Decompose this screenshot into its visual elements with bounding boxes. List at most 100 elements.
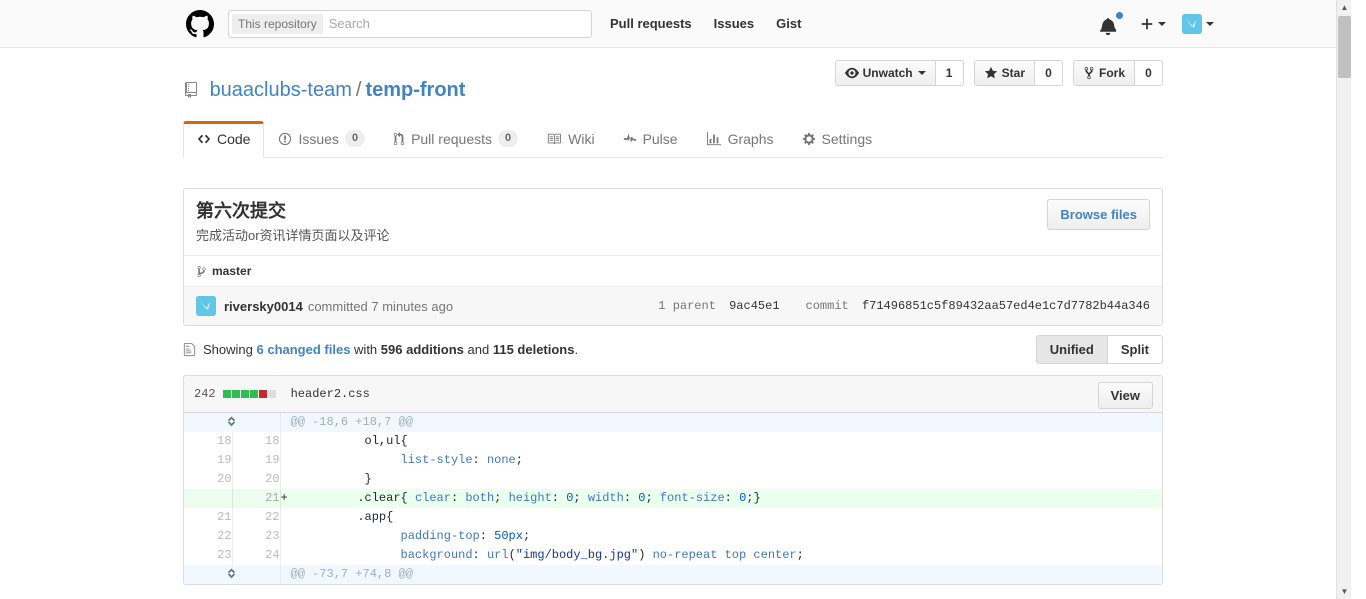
search-scope-badge[interactable]: This repository <box>232 13 323 34</box>
parent-label: 1 parent <box>658 299 716 314</box>
code-icon <box>197 132 211 146</box>
commit-title: 第六次提交 <box>196 201 286 222</box>
diff-line-row: 19 19 list-style: none; <box>184 451 1162 471</box>
diffstat-block-add <box>240 390 249 399</box>
notifications-button[interactable] <box>1100 11 1124 36</box>
book-icon <box>546 132 562 146</box>
view-file-button[interactable]: View <box>1097 382 1153 410</box>
diff-line-row: 23 24 background: url("img/body_bg.jpg")… <box>184 546 1162 566</box>
diff-file-header2-css: 242 header2.css View @@ -18,6 +18,7 @@ 1… <box>183 375 1163 586</box>
commit-sha[interactable]: f71496851c5f89432aa57ed4e1c7d7782b44a346 <box>862 299 1150 313</box>
commit-meta-row: riversky0014 committed 7 minutes ago 1 p… <box>184 286 1162 326</box>
parent-info: 1 parent 9ac45e1 <box>658 299 779 313</box>
star-icon <box>984 66 998 80</box>
fork-label: Fork <box>1098 66 1125 80</box>
line-number-new: 21 <box>232 489 281 509</box>
diff-line-code[interactable]: + .clear{ clear: both; height: 0; width:… <box>280 489 1162 509</box>
tab-pulse[interactable]: Pulse <box>609 121 692 158</box>
tab-settings[interactable]: Settings <box>788 121 887 158</box>
committer-avatar[interactable] <box>196 296 216 317</box>
line-marker: + <box>280 491 288 506</box>
deletions-count: 115 deletions <box>492 342 575 358</box>
split-view-button[interactable]: Split <box>1106 335 1163 365</box>
committer-name[interactable]: riversky0014 <box>224 299 303 314</box>
tab-issues-label: Issues <box>298 130 339 147</box>
tab-code[interactable]: Code <box>183 121 265 159</box>
commit-info: commit f71496851c5f89432aa57ed4e1c7d7782… <box>806 299 1150 313</box>
fork-button[interactable]: Fork <box>1072 60 1135 86</box>
diff-line-code[interactable]: background: url("img/body_bg.jpg") no-re… <box>280 546 1162 566</box>
search-input[interactable] <box>322 12 588 35</box>
and-text: and <box>467 342 490 358</box>
repo-breadcrumb-separator: / <box>355 79 362 102</box>
scroll-up-arrow[interactable]: ▲ <box>1337 0 1351 15</box>
nav-issues[interactable]: Issues <box>714 16 754 31</box>
diffstat-block-del <box>258 390 267 399</box>
page-scrollbar[interactable]: ▲ ▼ <box>1336 0 1351 599</box>
commit-branch-name[interactable]: master <box>212 264 251 278</box>
diff-line-code[interactable]: list-style: none; <box>280 451 1162 471</box>
tab-issues[interactable]: Issues 0 <box>264 120 379 158</box>
watch-button-group: Unwatch 1 <box>834 60 964 86</box>
file-name[interactable]: header2.css <box>291 387 370 401</box>
scrollbar-thumb[interactable] <box>1338 16 1351 78</box>
tab-pull-requests[interactable]: Pull requests 0 <box>379 120 532 158</box>
commit-summary-box: 第六次提交 完成活动or资讯详情页面以及评论 Browse files mast… <box>183 188 1163 327</box>
nav-gist[interactable]: Gist <box>776 16 801 31</box>
main-container: buaaclubs-team / temp-front Unwatch 1 St… <box>183 48 1163 586</box>
diffstat-block-neutral <box>267 390 276 399</box>
tab-graphs[interactable]: Graphs <box>692 121 788 158</box>
diff-line-row: 20 20 } <box>184 470 1162 490</box>
nav-pull-requests[interactable]: Pull requests <box>610 16 692 31</box>
additions-count: 596 additions <box>380 342 464 358</box>
scroll-down-arrow[interactable]: ▼ <box>1337 584 1351 599</box>
diff-line-code[interactable]: .app{ <box>280 508 1162 528</box>
diff-line-row-added: 21 + .clear{ clear: both; height: 0; wid… <box>184 489 1162 509</box>
line-number-old: 20 <box>184 470 233 490</box>
tab-graphs-label: Graphs <box>727 131 774 148</box>
watch-count[interactable]: 1 <box>935 60 964 86</box>
line-marker <box>281 546 293 565</box>
star-button[interactable]: Star <box>973 60 1035 86</box>
star-label: Star <box>1001 66 1025 80</box>
hunk-expander-button[interactable] <box>184 565 281 585</box>
unwatch-button[interactable]: Unwatch <box>834 60 936 86</box>
unified-view-button[interactable]: Unified <box>1035 335 1107 365</box>
browse-files-button[interactable]: Browse files <box>1047 199 1150 231</box>
tab-issues-count: 0 <box>344 130 366 148</box>
diff-line-code[interactable]: ol,ul{ <box>280 432 1162 452</box>
diff-line-code[interactable]: padding-top: 50px; <box>280 527 1162 547</box>
changed-files-link[interactable]: 6 changed files <box>257 342 351 357</box>
chevron-down-icon <box>917 71 926 75</box>
search-box[interactable]: This repository <box>228 9 592 38</box>
diff-line-code[interactable]: } <box>280 470 1162 490</box>
line-marker <box>281 432 293 451</box>
github-mark-icon[interactable] <box>186 9 214 38</box>
repo-name-link[interactable]: temp-front <box>365 79 465 101</box>
issue-opened-icon <box>278 132 292 146</box>
line-number-old: 22 <box>184 527 233 547</box>
fork-icon <box>1083 66 1095 80</box>
user-menu-button[interactable] <box>1182 14 1214 34</box>
git-pull-request-icon <box>393 131 405 146</box>
commit-branch-row: master <box>184 255 1162 286</box>
tab-wiki[interactable]: Wiki <box>532 121 608 158</box>
tab-settings-label: Settings <box>821 131 873 148</box>
line-number-new: 23 <box>232 527 281 547</box>
repo-nav-tabs: Code Issues 0 Pull requests 0 Wiki Pulse… <box>183 120 1163 159</box>
repo-owner-link[interactable]: buaaclubs-team <box>210 79 352 101</box>
parent-sha[interactable]: 9ac45e1 <box>729 299 779 313</box>
header-nav: Pull requests Issues Gist <box>610 16 823 31</box>
diff-table: @@ -18,6 +18,7 @@ 18 18 ol,ul{ 19 19 lis… <box>184 413 1162 585</box>
hunk-expander-button[interactable] <box>184 413 281 433</box>
diff-line-row: 22 23 padding-top: 50px; <box>184 527 1162 547</box>
create-new-button[interactable] <box>1140 17 1166 31</box>
star-button-group: Star 0 <box>973 60 1063 86</box>
star-count[interactable]: 0 <box>1034 60 1063 86</box>
header-right-actions <box>1100 0 1214 48</box>
fork-count[interactable]: 0 <box>1135 60 1163 86</box>
line-marker <box>281 508 293 527</box>
commit-sha-info: 1 parent 9ac45e1 commit f71496851c5f8943… <box>632 299 1150 313</box>
line-number-old <box>184 489 233 509</box>
line-number-old: 18 <box>184 432 233 452</box>
